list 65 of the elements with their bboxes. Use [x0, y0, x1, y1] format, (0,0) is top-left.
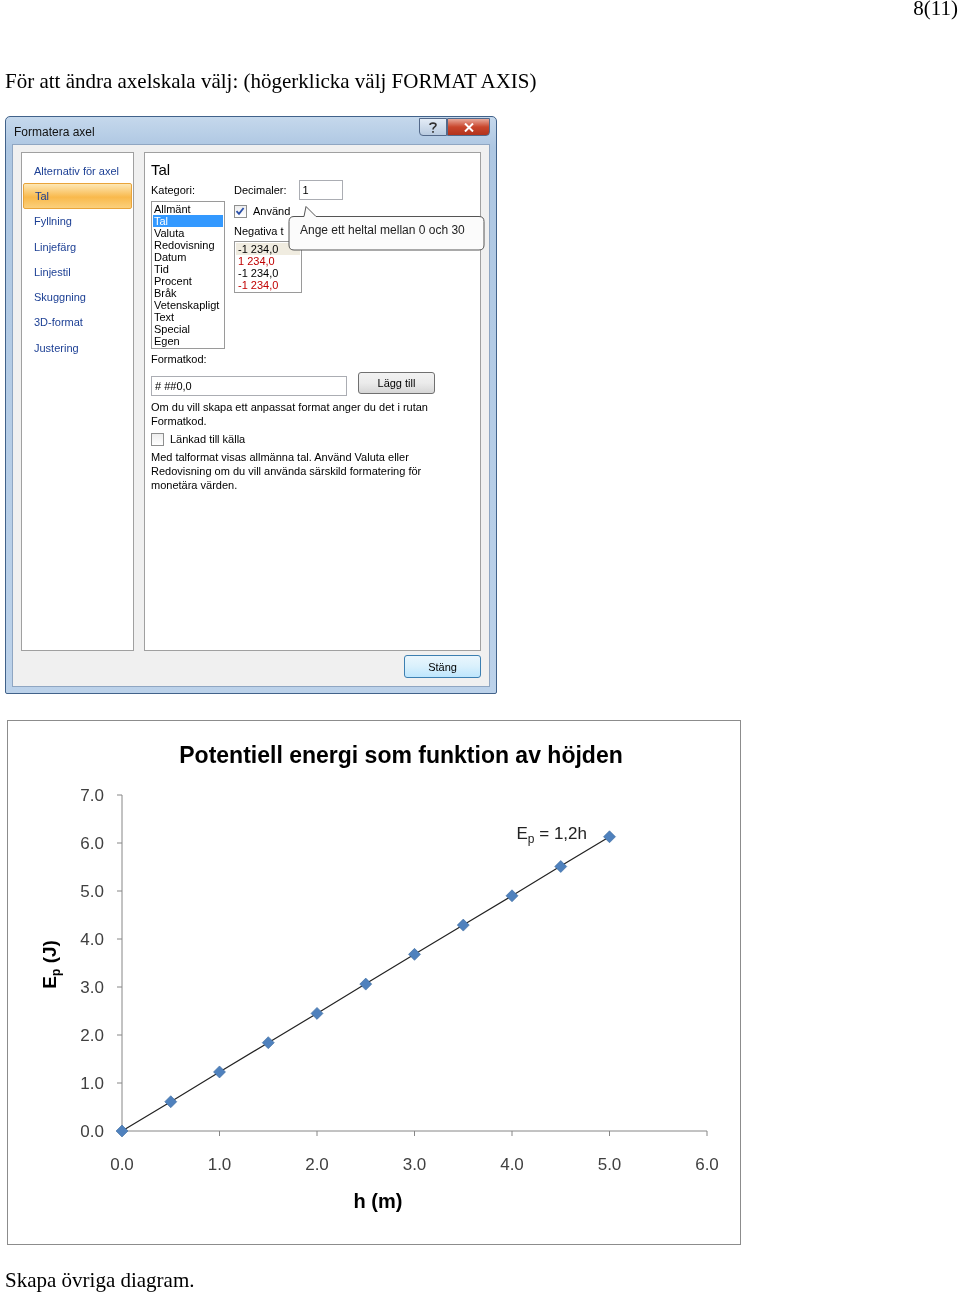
input-field[interactable]: # ##0,0	[151, 376, 347, 396]
help-button[interactable]	[419, 118, 447, 136]
tick-label: 6.0	[695, 1155, 719, 1174]
list-item[interactable]: Valuta	[153, 227, 223, 239]
list-item[interactable]: -1 234,0	[236, 243, 300, 255]
sidebar-item[interactable]: Tal	[23, 183, 132, 209]
list-item[interactable]: -1 234,0	[236, 279, 300, 291]
page-number: 8(11)	[913, 0, 958, 20]
tick-label: 4.0	[500, 1155, 524, 1174]
list-item[interactable]: Allmänt	[153, 203, 223, 215]
list-item[interactable]: Text	[153, 311, 223, 323]
chart-title: Potentiell energi som funktion av höjden	[179, 742, 623, 768]
tick-label: 4.0	[80, 930, 104, 949]
list-item[interactable]: Datum	[153, 251, 223, 263]
sidebar-item[interactable]: Skuggning	[23, 284, 132, 310]
tick-label: 7.0	[80, 786, 104, 805]
tick-label: 3.0	[402, 1155, 427, 1174]
hint-text: Om du vill skapa ett anpassat format anger du det i rutan Formatkod.	[151, 401, 429, 429]
list-item[interactable]: Bråk	[153, 287, 223, 299]
tick-label: 2.0	[305, 1155, 329, 1174]
tick-label: 6.0	[80, 834, 104, 853]
sidebar-item[interactable]: Justering	[23, 335, 132, 361]
description-text: Med talformat visas allmänna tal. Använd Valuta eller Redovisning om du vill använda särskild formatering för monetära värden.	[151, 451, 423, 493]
field-label: Decimaler:	[234, 183, 287, 197]
tooltip-text: Ange ett heltal mellan 0 och 30	[300, 223, 465, 237]
input-field[interactable]: 1	[298, 180, 343, 200]
tick-label: 1.0	[80, 1074, 104, 1093]
list-item[interactable]: Tid	[153, 263, 223, 275]
tick-label: 0.0	[110, 1155, 134, 1174]
window-title: Formatera axel	[13, 124, 95, 139]
tick-label: 1.0	[207, 1155, 232, 1174]
tick-label: 5.0	[597, 1155, 622, 1174]
tick-label: 0.0	[80, 1122, 104, 1141]
checkbox-label: Länkad till källa	[170, 432, 246, 447]
close-icon	[463, 122, 474, 132]
list-item[interactable]: Special	[153, 323, 223, 335]
body-text: Skapa övriga diagram.	[5, 1269, 195, 1291]
list-item[interactable]: -1 234,0	[236, 267, 300, 279]
field-label: Formatkod:	[151, 352, 207, 366]
section-heading: Tal	[151, 161, 171, 179]
trendline-label: E$_{p}$ = 1,2h	[516, 823, 587, 849]
list-item[interactable]: Egen	[153, 335, 223, 347]
list-item[interactable]: Redovisning	[153, 239, 223, 251]
close-dialog-button[interactable]: Stäng	[404, 655, 481, 678]
list-item[interactable]: 1 234,0	[236, 255, 300, 267]
tick-label: 2.0	[80, 1026, 104, 1045]
field-label: Negativa t	[234, 224, 284, 238]
checkbox[interactable]	[151, 432, 164, 446]
checkbox-label: Använd	[253, 204, 291, 218]
field-label: Kategori:	[151, 183, 195, 197]
sidebar-item[interactable]: Linjestil	[23, 259, 132, 285]
list-item[interactable]: Vetenskapligt	[153, 299, 223, 311]
list-item[interactable]: Procent	[153, 275, 223, 287]
help-icon	[429, 121, 437, 133]
close-button[interactable]	[447, 118, 490, 136]
tick-label: 5.0	[80, 882, 104, 901]
sidebar-item[interactable]: Alternativ för axel	[23, 158, 132, 184]
sidebar-item[interactable]: 3D-format	[23, 309, 132, 336]
instruction-text: För att ändra axelskala välj: (högerklicka välj FORMAT AXIS)	[5, 70, 537, 92]
tick-label: 3.0	[80, 978, 104, 997]
add-button[interactable]: Lägg till	[358, 371, 435, 394]
axis-title: h (m)	[353, 1190, 403, 1212]
sidebar-item[interactable]: Fyllning	[23, 208, 132, 234]
sidebar-item[interactable]: Linjefärg	[23, 233, 132, 260]
checkbox[interactable]	[234, 204, 247, 218]
